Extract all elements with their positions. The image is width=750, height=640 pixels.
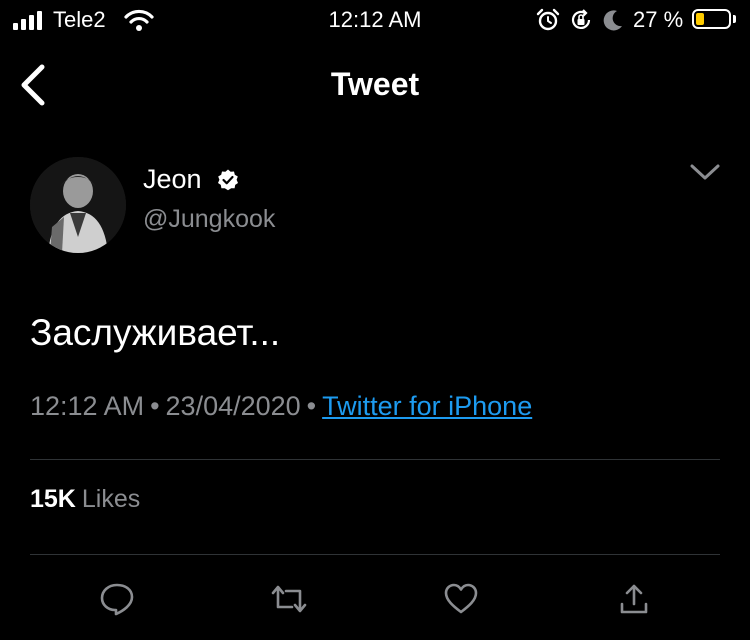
- author-handle[interactable]: @Jungkook: [143, 205, 275, 234]
- speech-bubble-icon[interactable]: [99, 582, 135, 616]
- rotation-lock-icon: [571, 9, 591, 29]
- battery-level: [696, 13, 704, 25]
- battery-tip: [733, 15, 736, 23]
- meta-separator: •: [150, 391, 160, 421]
- verified-badge-icon: [218, 169, 238, 191]
- meta-separator: •: [306, 391, 317, 421]
- chevron-down-icon[interactable]: [688, 160, 722, 184]
- alarm-clock-icon: [536, 8, 560, 31]
- tweet-time: 12:12 AM: [30, 391, 145, 421]
- author-name[interactable]: Jeon: [143, 164, 202, 195]
- battery-percent: 27 %: [633, 7, 684, 32]
- moon-icon: [603, 10, 622, 31]
- avatar-photo: [30, 157, 126, 253]
- tweet-meta: 12:12 AM • 23/04/2020 • Twitter for iPhone: [30, 391, 532, 422]
- tweet-text: Заслуживает...: [30, 312, 281, 353]
- share-icon[interactable]: [618, 582, 650, 616]
- likes-stat[interactable]: 15K Likes: [30, 485, 140, 514]
- tweet-source-link[interactable]: Twitter for iPhone: [322, 391, 532, 421]
- page-title: Tweet: [330, 66, 420, 102]
- avatar[interactable]: [30, 157, 126, 253]
- tweet-date: 23/04/2020: [165, 391, 301, 421]
- retweet-icon[interactable]: [270, 582, 308, 616]
- battery-icon: [692, 9, 731, 29]
- status-bar: Tele2 12:12 AM 27 %: [0, 0, 750, 40]
- likes-label: Likes: [81, 485, 141, 513]
- heart-icon[interactable]: [443, 582, 479, 616]
- divider: [30, 459, 720, 460]
- likes-count: 15K: [30, 485, 76, 513]
- divider: [30, 554, 720, 555]
